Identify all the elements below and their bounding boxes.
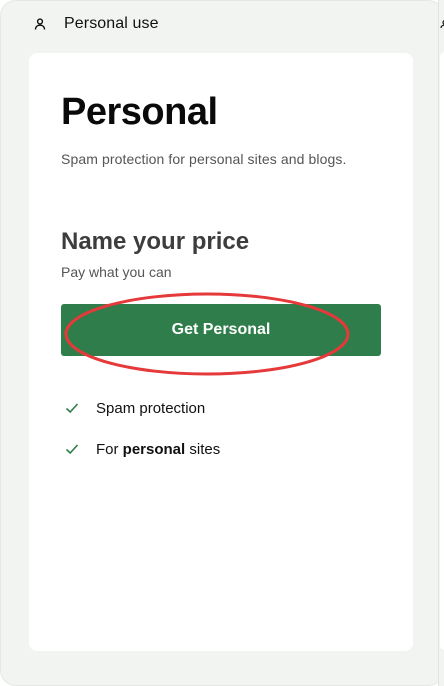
get-personal-button[interactable]: Get Personal <box>61 304 381 356</box>
plan-panel: Personal use Personal Spam protection fo… <box>0 0 444 686</box>
plan-card: Personal Spam protection for personal si… <box>29 53 413 651</box>
user-icon <box>440 16 444 29</box>
user-icon <box>33 17 47 31</box>
check-icon <box>65 442 79 456</box>
feature-list: Spam protection For personal sites <box>65 398 220 480</box>
check-icon <box>65 401 79 415</box>
panel-header: Personal use <box>33 11 159 37</box>
feature-text-prefix: For <box>96 440 123 458</box>
plan-description: Spam protection for personal sites and b… <box>61 151 347 167</box>
price-subtitle: Pay what you can <box>61 264 172 280</box>
feature-item: For personal sites <box>65 439 220 459</box>
next-plan-panel-edge <box>438 0 444 686</box>
plan-name: Personal <box>61 91 218 133</box>
panel-title: Personal use <box>64 15 159 32</box>
feature-text: Spam protection <box>96 399 206 417</box>
feature-text-suffix: sites <box>185 440 221 458</box>
next-plan-card-edge <box>440 52 444 650</box>
feature-text-bold: personal <box>122 440 186 458</box>
feature-text: For personal sites <box>96 441 220 458</box>
price-title: Name your price <box>61 228 250 255</box>
feature-item: Spam protection <box>65 398 220 418</box>
